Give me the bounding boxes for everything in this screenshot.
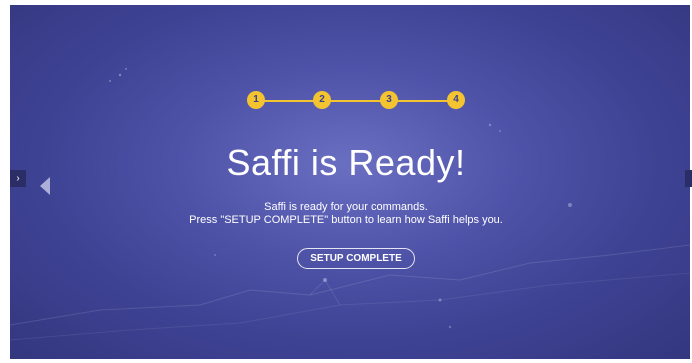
setup-complete-button[interactable]: SETUP COMPLETE bbox=[297, 248, 415, 269]
side-panel-toggle-left[interactable]: › bbox=[10, 170, 26, 187]
stepper-line bbox=[257, 100, 456, 102]
subtitle-line-1: Saffi is ready for your commands. bbox=[264, 201, 428, 213]
page-title: Saffi is Ready! bbox=[226, 142, 466, 183]
step-1: 1 bbox=[247, 91, 265, 109]
setup-progress-stepper: 1 2 3 4 bbox=[247, 91, 466, 111]
side-panel-toggle-right[interactable] bbox=[685, 170, 692, 187]
step-4: 4 bbox=[447, 91, 465, 109]
subtitle-line-2: Press "SETUP COMPLETE" button to learn h… bbox=[189, 214, 503, 226]
step-2: 2 bbox=[313, 91, 331, 109]
previous-arrow-icon[interactable] bbox=[40, 177, 50, 195]
step-3: 3 bbox=[380, 91, 398, 109]
